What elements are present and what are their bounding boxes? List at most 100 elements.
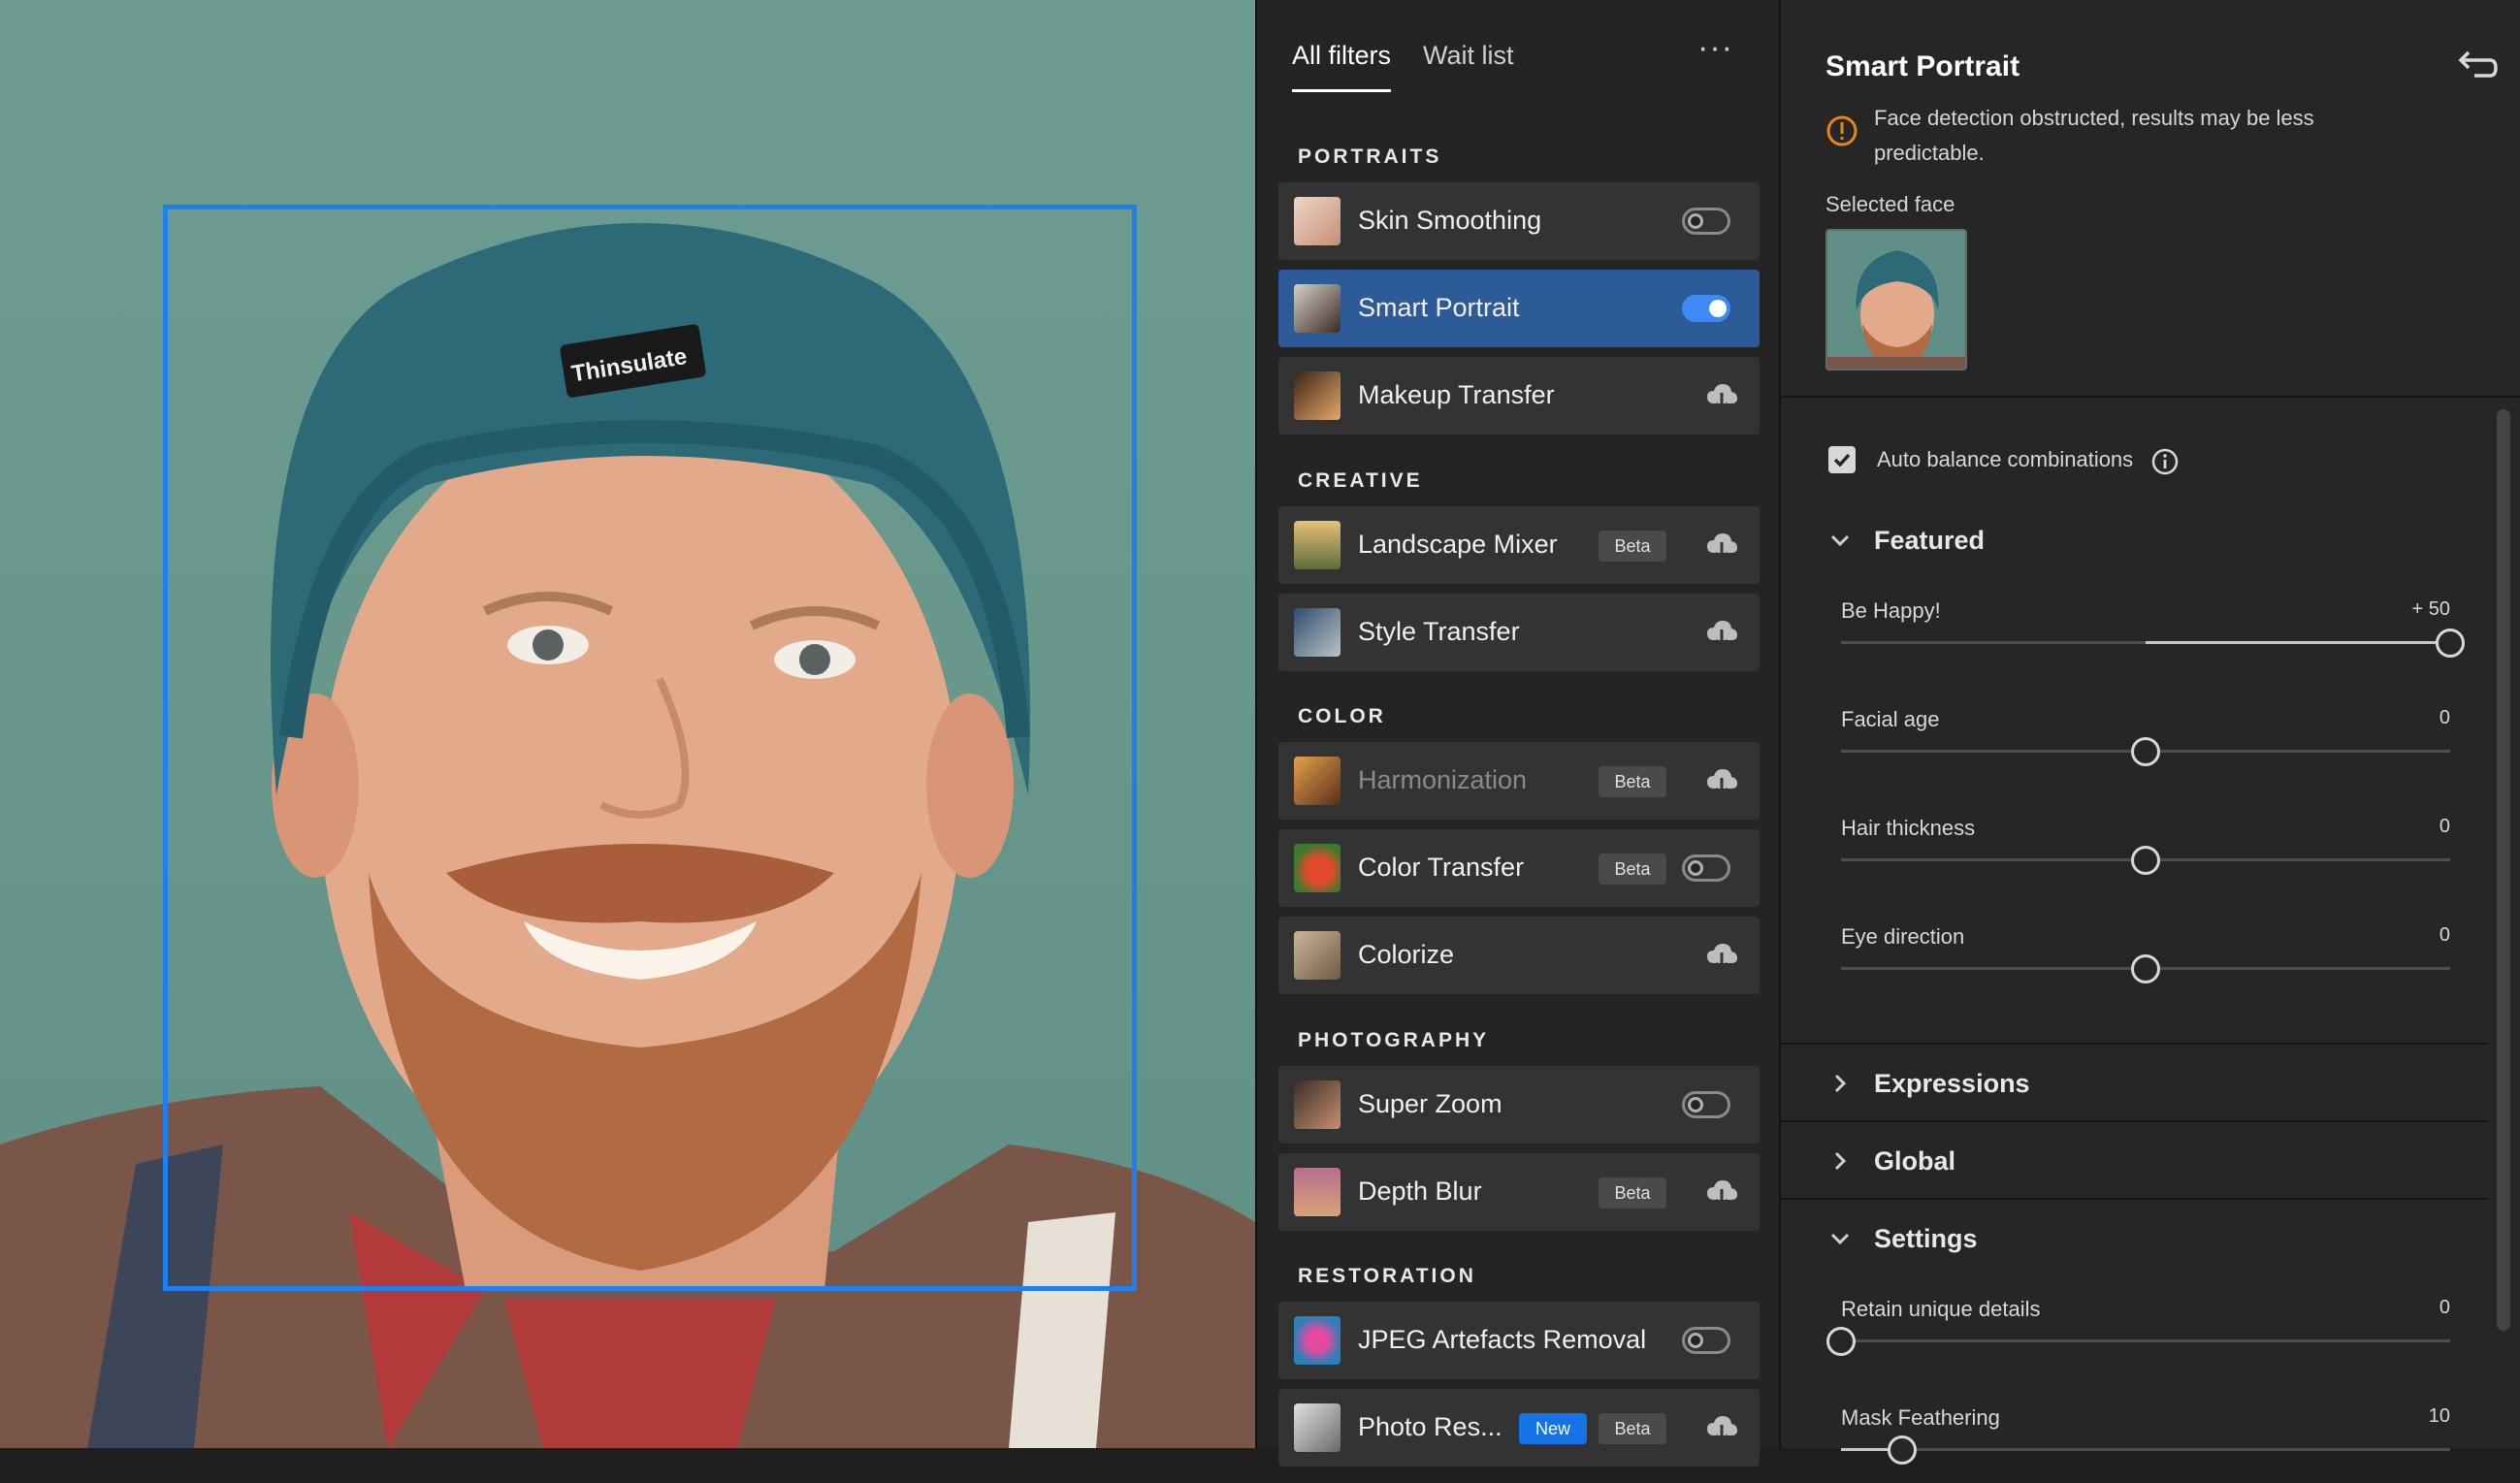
color-transfer-toggle[interactable]: [1682, 854, 1730, 882]
filter-label: Smart Portrait: [1358, 293, 1520, 322]
tab-wait-list[interactable]: Wait list: [1423, 41, 1514, 71]
face-detection-box[interactable]: [163, 205, 1137, 1291]
cloud-download-icon[interactable]: [1705, 617, 1738, 648]
slider-track[interactable]: [1841, 1339, 2450, 1342]
smart-portrait-toggle[interactable]: [1682, 295, 1730, 322]
section-restoration: RESTORATION: [1298, 1265, 1476, 1287]
slider-handle[interactable]: [2436, 629, 2465, 658]
filter-colorize[interactable]: Colorize: [1278, 917, 1760, 994]
filter-harmonization[interactable]: Harmonization Beta: [1278, 742, 1760, 820]
filter-label: Harmonization: [1358, 765, 1528, 794]
filter-label: Photo Res...: [1358, 1412, 1502, 1441]
jpeg-artefacts-thumbnail: [1294, 1316, 1341, 1365]
style-transfer-thumbnail: [1294, 608, 1341, 657]
filter-label: Color Transfer: [1358, 853, 1525, 882]
filter-label: Depth Blur: [1358, 1177, 1482, 1206]
divider: [1781, 1043, 2489, 1045]
section-portraits: PORTRAITS: [1298, 145, 1442, 168]
group-title: Featured: [1874, 526, 1986, 555]
auto-balance-checkbox[interactable]: [1828, 446, 1856, 473]
filter-depth-blur[interactable]: Depth Blur Beta: [1278, 1153, 1760, 1231]
slider-hair-thickness[interactable]: Hair thickness 0: [1841, 816, 2450, 893]
beta-badge: Beta: [1599, 531, 1666, 562]
slider-facial-age[interactable]: Facial age 0: [1841, 707, 2450, 785]
filter-style-transfer[interactable]: Style Transfer: [1278, 594, 1760, 671]
filter-label: Super Zoom: [1358, 1089, 1502, 1118]
tab-all-filters[interactable]: All filters: [1292, 41, 1392, 92]
color-transfer-thumbnail: [1294, 844, 1341, 892]
slider-eye-direction[interactable]: Eye direction 0: [1841, 924, 2450, 1002]
slider-label: Facial age: [1841, 707, 1940, 731]
info-icon[interactable]: [2150, 447, 2180, 476]
filter-label: Makeup Transfer: [1358, 380, 1555, 409]
warning-icon: [1826, 115, 1858, 146]
cloud-download-icon[interactable]: [1705, 940, 1738, 971]
filter-makeup-transfer[interactable]: Makeup Transfer: [1278, 357, 1760, 435]
harmonization-thumbnail: [1294, 757, 1341, 805]
chevron-right-icon: [1834, 1151, 1847, 1171]
photo-canvas[interactable]: Thinsulate: [0, 0, 1255, 1448]
slider-handle[interactable]: [1826, 1327, 1856, 1356]
slider-retain-unique-details[interactable]: Retain unique details 0: [1826, 1297, 2450, 1374]
slider-value: 10: [2428, 1405, 2450, 1427]
slider-label: Hair thickness: [1841, 816, 1976, 840]
filter-label: JPEG Artefacts Removal: [1358, 1325, 1647, 1354]
filter-skin-smoothing[interactable]: Skin Smoothing: [1278, 182, 1760, 260]
group-featured[interactable]: Featured: [1829, 524, 2120, 563]
filter-label: Style Transfer: [1358, 617, 1520, 646]
group-settings[interactable]: Settings: [1829, 1222, 2120, 1261]
filter-super-zoom[interactable]: Super Zoom: [1278, 1066, 1760, 1144]
group-title: Global: [1874, 1146, 1956, 1176]
filter-color-transfer[interactable]: Color Transfer Beta: [1278, 829, 1760, 907]
slider-be-happy[interactable]: Be Happy! + 50: [1841, 598, 2465, 676]
new-badge: New: [1519, 1413, 1587, 1444]
filter-settings-panel: Smart Portrait Face detection obstructed…: [1779, 0, 2520, 1465]
cloud-download-icon[interactable]: [1705, 1412, 1738, 1443]
slider-label: Mask Feathering: [1841, 1405, 2000, 1430]
slider-label: Be Happy!: [1841, 598, 1941, 623]
reset-icon[interactable]: [2457, 47, 2498, 81]
group-expressions[interactable]: Expressions: [1829, 1067, 2120, 1106]
slider-handle[interactable]: [2131, 846, 2160, 875]
colorize-thumbnail: [1294, 931, 1341, 980]
filter-label: Colorize: [1358, 940, 1455, 969]
slider-label: Eye direction: [1841, 924, 1965, 949]
chevron-down-icon: [1830, 534, 1850, 547]
selected-face-label: Selected face: [1825, 192, 1955, 216]
settings-scrollbar[interactable]: [2497, 409, 2510, 1331]
super-zoom-toggle[interactable]: [1682, 1091, 1730, 1118]
chevron-right-icon: [1834, 1074, 1847, 1093]
panel-title: Smart Portrait: [1825, 50, 2020, 82]
slider-value: 0: [2439, 924, 2450, 946]
slider-handle[interactable]: [1887, 1435, 1917, 1465]
filter-label: Skin Smoothing: [1358, 206, 1542, 235]
checkmark-icon: [1833, 453, 1851, 467]
makeup-transfer-thumbnail: [1294, 371, 1341, 420]
filter-smart-portrait[interactable]: Smart Portrait: [1278, 270, 1760, 347]
filter-landscape-mixer[interactable]: Landscape Mixer Beta: [1278, 506, 1760, 584]
group-global[interactable]: Global: [1829, 1144, 2120, 1183]
beta-badge: Beta: [1599, 854, 1666, 885]
slider-fill: [2146, 641, 2450, 644]
smart-portrait-thumbnail: [1294, 284, 1341, 333]
group-title: Settings: [1874, 1224, 1978, 1253]
cloud-download-icon[interactable]: [1705, 1177, 1738, 1208]
slider-handle[interactable]: [2131, 954, 2160, 983]
more-options-icon[interactable]: ···: [1697, 29, 1733, 67]
cloud-download-icon[interactable]: [1705, 530, 1738, 561]
jpeg-artefacts-toggle[interactable]: [1682, 1327, 1730, 1354]
slider-handle[interactable]: [2131, 737, 2160, 766]
skin-smoothing-toggle[interactable]: [1682, 208, 1730, 235]
beta-badge: Beta: [1599, 1177, 1666, 1209]
selected-face-thumbnail[interactable]: [1825, 229, 1967, 371]
divider: [1781, 396, 2520, 398]
cloud-download-icon[interactable]: [1705, 380, 1738, 411]
filter-jpeg-artefacts-removal[interactable]: JPEG Artefacts Removal: [1278, 1302, 1760, 1379]
divider: [1781, 1120, 2489, 1122]
slider-track[interactable]: [1841, 1448, 2450, 1451]
filter-photo-restoration[interactable]: Photo Res... New Beta: [1278, 1389, 1760, 1467]
cloud-download-icon[interactable]: [1705, 765, 1738, 796]
beta-badge: Beta: [1599, 1413, 1666, 1444]
slider-value: 0: [2439, 816, 2450, 837]
slider-mask-feathering[interactable]: Mask Feathering 10: [1841, 1405, 2450, 1483]
